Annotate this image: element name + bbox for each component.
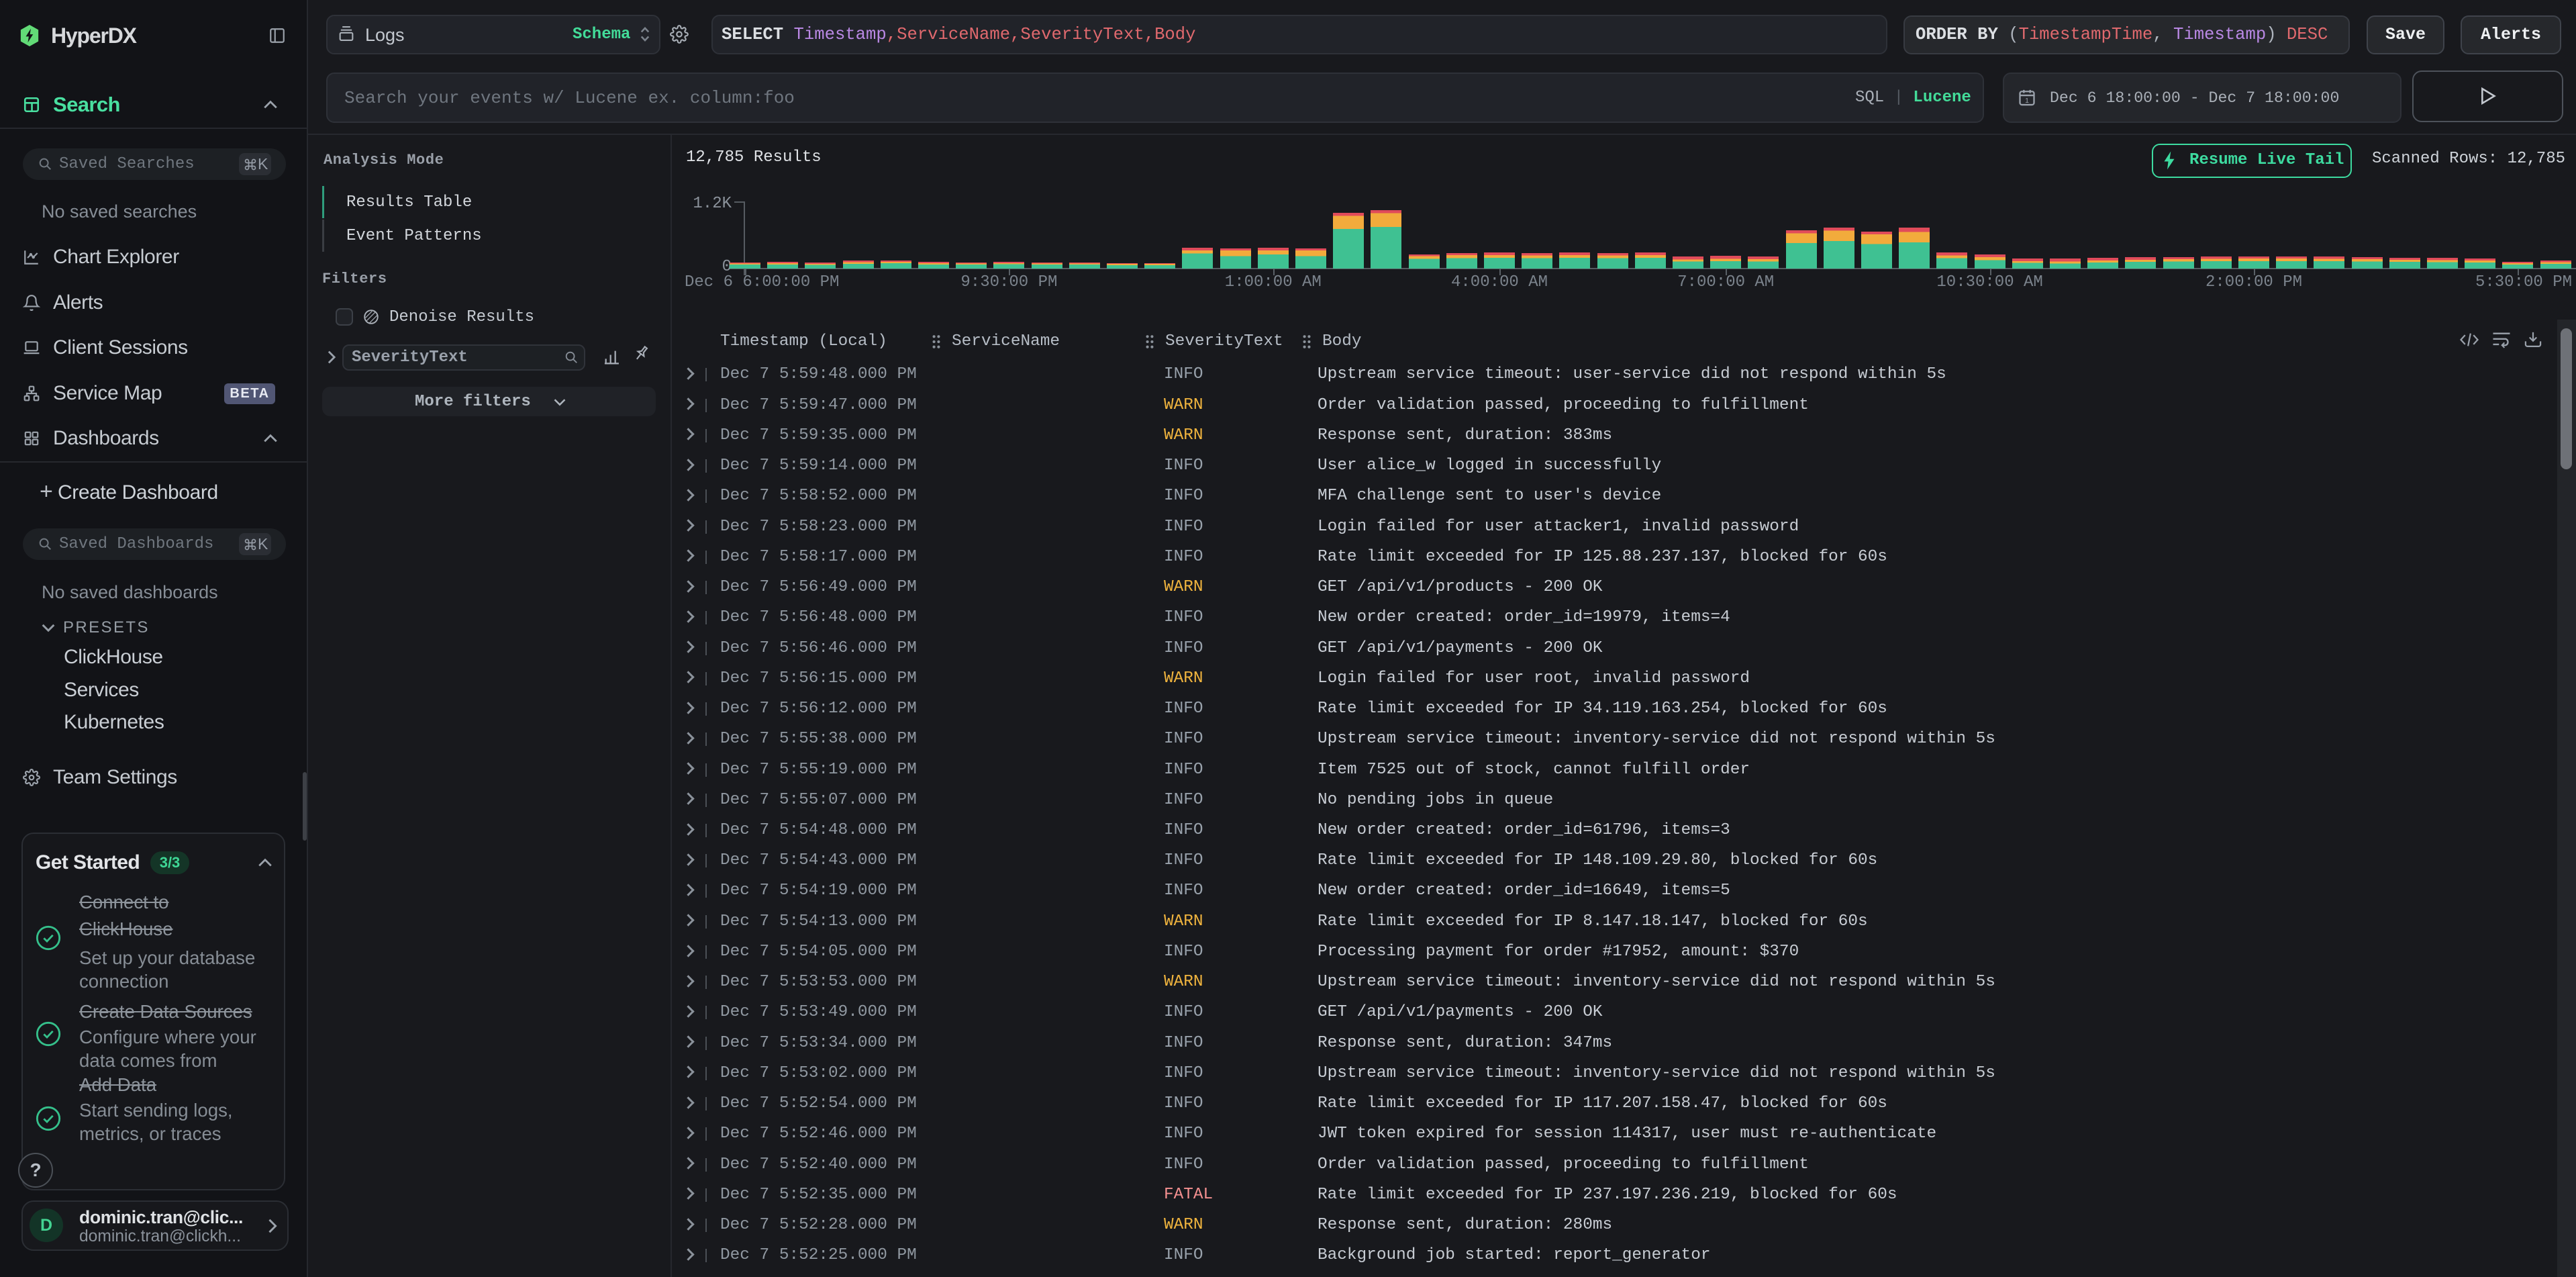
svg-text:1: 1 [2025, 97, 2029, 105]
